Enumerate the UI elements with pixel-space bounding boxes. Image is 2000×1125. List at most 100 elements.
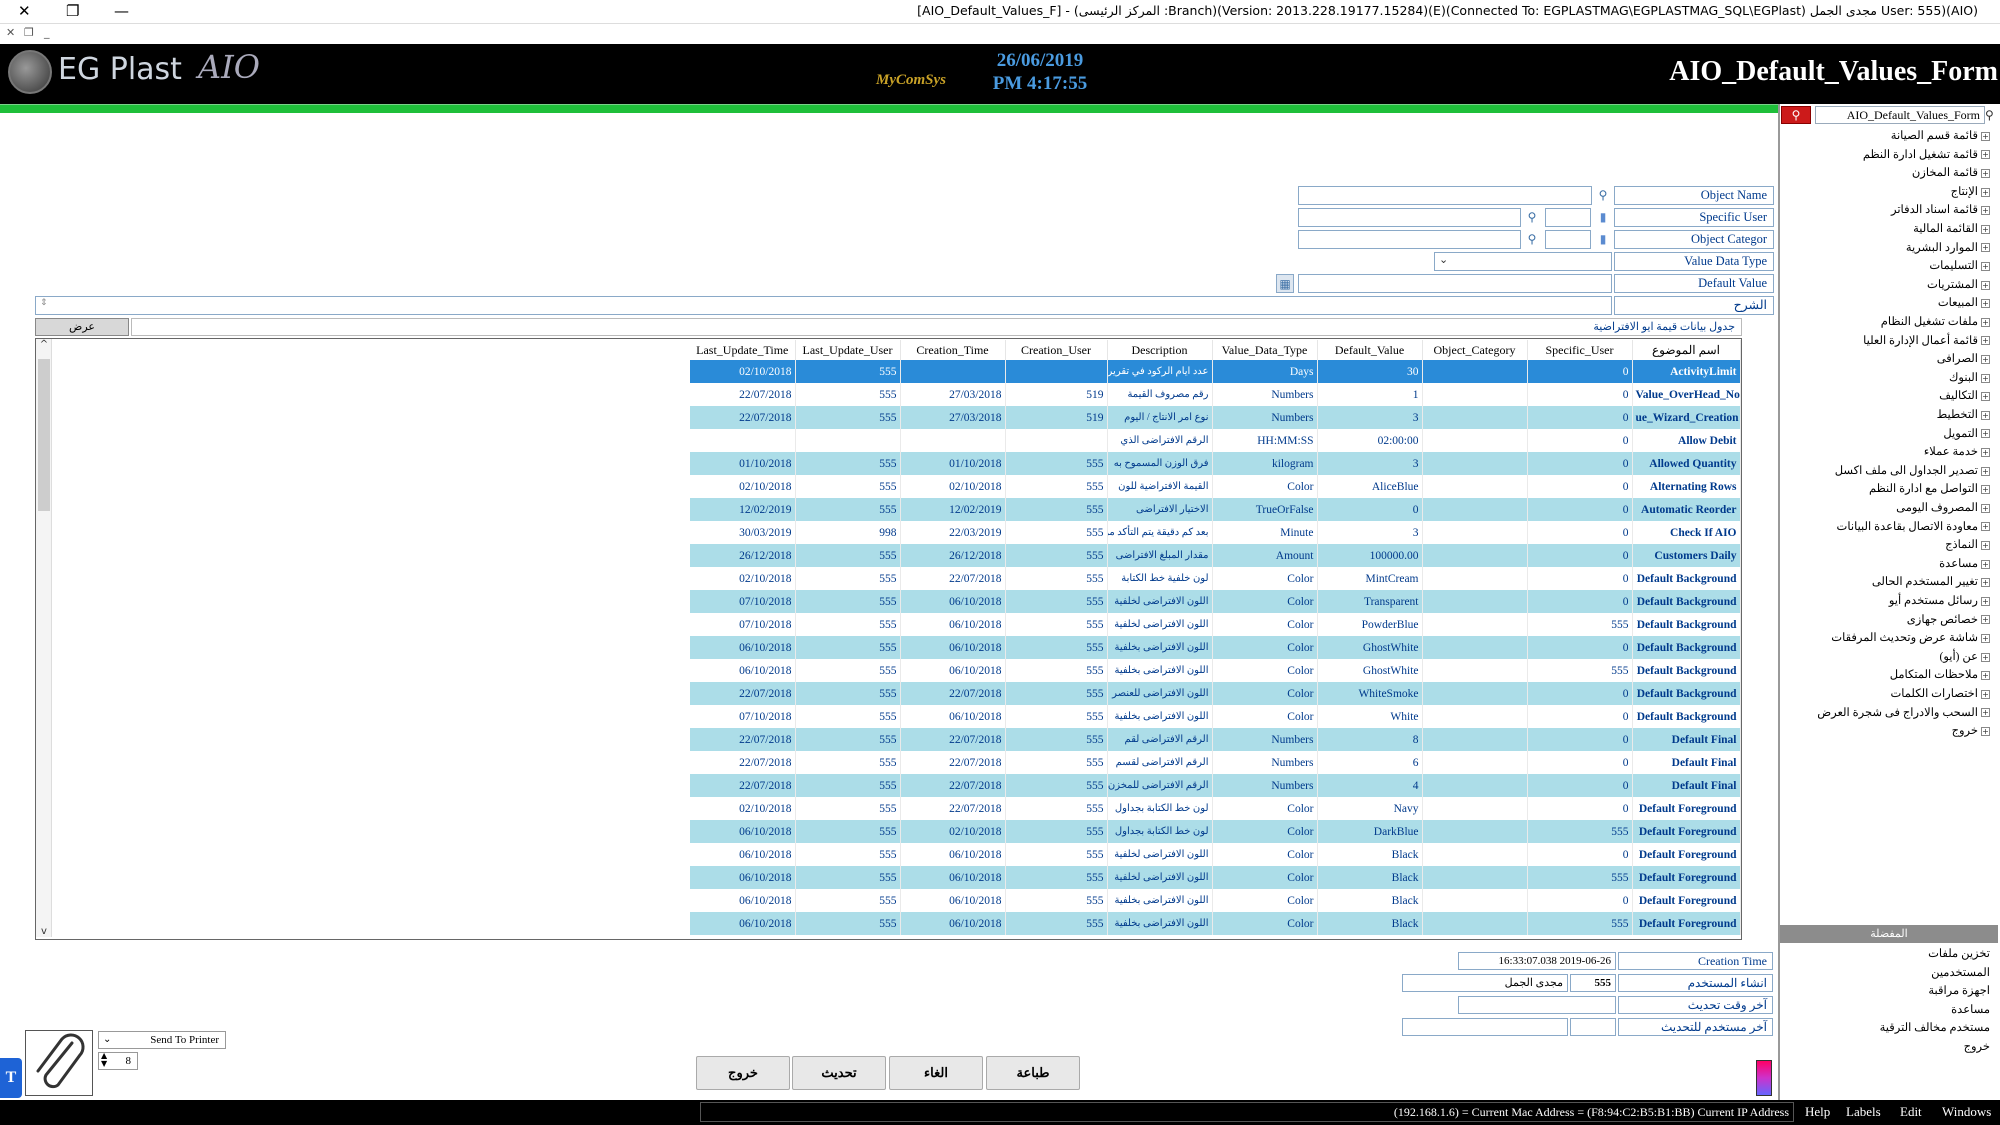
menu-search-input[interactable]: AIO_Default_Values_Form: [1815, 106, 1985, 124]
specific-user-id-input[interactable]: [1545, 208, 1591, 227]
menu-tree-item[interactable]: +التسليمات: [1929, 258, 1990, 276]
user-list-icon[interactable]: ▮: [1594, 208, 1612, 227]
table-row[interactable]: 06/10/2018 555 06/10/2018 555 اللون الافتراض…: [690, 659, 1741, 682]
menu-tree-item[interactable]: +الصرافى: [1937, 351, 1990, 369]
column-header[interactable]: اسم الموضوع: [1632, 340, 1741, 360]
menu-tree-item[interactable]: +تغيير المستخدم الحالى: [1872, 574, 1990, 592]
favorite-item[interactable]: المستخدمين: [1931, 965, 1990, 983]
expand-icon[interactable]: +: [1981, 243, 1990, 253]
show-button[interactable]: عرض: [35, 318, 129, 336]
menu-tree-item[interactable]: +عن (أيو): [1940, 649, 1990, 667]
table-row[interactable]: 02/10/2018 555 22/07/2018 555 لون خط الكتابة…: [690, 797, 1741, 820]
menu-tree-item[interactable]: +شاشة عرض وتحديث المرفقات: [1831, 630, 1990, 648]
default-values-grid[interactable]: Last_Update_Time Last_Update_User Creation…: [690, 340, 1741, 935]
scroll-up-icon[interactable]: ^: [36, 339, 52, 350]
expand-icon[interactable]: +: [1981, 262, 1990, 272]
value-data-type-select[interactable]: ⌄: [1434, 252, 1612, 271]
favorite-item[interactable]: مساعدة: [1951, 1002, 1990, 1020]
menu-tree-item[interactable]: +قائمة اسناد الدفاتر: [1891, 202, 1990, 220]
mdi-restore-icon[interactable]: ❐: [24, 26, 34, 39]
menu-tree-item[interactable]: +رسائل مستخدم أيو: [1889, 593, 1990, 611]
expand-icon[interactable]: +: [1981, 299, 1990, 309]
minimize-icon[interactable]: —: [114, 2, 129, 20]
favorite-item[interactable]: مستخدم مخالف الترقية: [1880, 1020, 1990, 1038]
menu-help[interactable]: Help: [1805, 1104, 1830, 1120]
menu-tree-item[interactable]: +تصدير الجداول الى ملف اكسل: [1835, 463, 1990, 481]
expand-icon[interactable]: +: [1981, 559, 1990, 569]
category-list-icon[interactable]: ▮: [1594, 230, 1612, 249]
search-button[interactable]: ⚲: [1781, 106, 1811, 124]
table-row[interactable]: 02/10/2018 555 02/10/2018 555 القيمة الافترا…: [690, 475, 1741, 498]
table-row[interactable]: 22/07/2018 555 22/07/2018 555 اللون الافتراض…: [690, 682, 1741, 705]
menu-windows[interactable]: Windows: [1942, 1104, 1991, 1120]
menu-tree-item[interactable]: +التواصل مع ادارة النظم: [1869, 481, 1990, 499]
menu-tree-item[interactable]: +التمويل: [1943, 426, 1990, 444]
close-icon[interactable]: ✕: [18, 2, 31, 20]
column-header[interactable]: Object_Category: [1422, 340, 1528, 360]
expand-icon[interactable]: +: [1981, 355, 1990, 365]
stepper-arrows-icon[interactable]: ▲ ▼: [101, 1052, 107, 1068]
column-header[interactable]: Description: [1107, 340, 1213, 360]
expand-icon[interactable]: +: [1981, 169, 1990, 179]
favorite-item[interactable]: اجهزة مراقبة: [1928, 983, 1990, 1001]
menu-tree-item[interactable]: +النماذج: [1945, 537, 1990, 555]
expand-icon[interactable]: +: [1981, 429, 1990, 439]
table-row[interactable]: 06/10/2018 555 02/10/2018 555 لون خط الكتابة…: [690, 820, 1741, 843]
menu-tree-item[interactable]: +السحب والادراج فى شجرة العرض: [1817, 705, 1990, 723]
table-row[interactable]: 22/07/2018 555 27/03/2018 519 نوع امر الانتا…: [690, 406, 1741, 429]
expand-icon[interactable]: +: [1981, 578, 1990, 588]
table-row[interactable]: 22/07/2018 555 22/07/2018 555 الرقم الافتراض…: [690, 728, 1741, 751]
column-header[interactable]: Specific_User: [1527, 340, 1633, 360]
copies-stepper[interactable]: ▲ ▼ 8: [98, 1052, 138, 1070]
menu-tree-item[interactable]: +خدمة عملاء: [1924, 444, 1990, 462]
table-row[interactable]: 07/10/2018 555 06/10/2018 555 اللون الافتراض…: [690, 613, 1741, 636]
expand-icon[interactable]: +: [1981, 187, 1990, 197]
menu-tree-item[interactable]: +اختصارات الكلمات: [1890, 686, 1990, 704]
menu-tree-item[interactable]: +القائمة المالية: [1913, 221, 1990, 239]
expand-icon[interactable]: +: [1981, 131, 1990, 141]
expand-icon[interactable]: +: [1981, 466, 1990, 476]
mdi-minimize-icon[interactable]: _: [44, 26, 50, 39]
scroll-down-icon[interactable]: v: [36, 926, 52, 937]
favorite-item[interactable]: خروج: [1964, 1039, 1990, 1057]
expand-icon[interactable]: +: [1981, 727, 1990, 737]
table-row[interactable]: 02/10/2018 555 عدد ايام الركود في تقرير Day…: [690, 360, 1741, 383]
object-category-search-icon[interactable]: ⚲: [1523, 230, 1541, 249]
vertical-scrollbar[interactable]: ^ v: [36, 339, 52, 937]
refresh-button[interactable]: تحديث: [792, 1056, 886, 1090]
expand-icon[interactable]: +: [1981, 671, 1990, 681]
printer-option-select[interactable]: ⌄ Send To Printer: [98, 1031, 226, 1049]
table-row[interactable]: 06/10/2018 555 06/10/2018 555 اللون الافتراض…: [690, 636, 1741, 659]
cancel-button[interactable]: الغاء: [889, 1056, 983, 1090]
table-row[interactable]: 26/12/2018 555 26/12/2018 555 مقدار المبلغ ا…: [690, 544, 1741, 567]
table-row[interactable]: 01/10/2018 555 01/10/2018 555 فرق الوزن المس…: [690, 452, 1741, 475]
expand-icon[interactable]: +: [1981, 689, 1990, 699]
table-row[interactable]: 06/10/2018 555 06/10/2018 555 اللون الافتراض…: [690, 912, 1741, 935]
menu-tree-item[interactable]: +مساعدة: [1939, 556, 1990, 574]
object-category-id-input[interactable]: [1545, 230, 1591, 249]
menu-tree-item[interactable]: +التخطيط: [1937, 407, 1990, 425]
expand-icon[interactable]: +: [1981, 373, 1990, 383]
exit-button[interactable]: خروج: [696, 1056, 790, 1090]
menu-tree-item[interactable]: +ملفات تشغيل النظام: [1881, 314, 1990, 332]
table-row[interactable]: الرقم الافتراضى الذي HH:MM:SS 02:00:00 0 All…: [690, 429, 1741, 452]
explanation-input[interactable]: ⇕: [35, 296, 1612, 315]
default-value-input[interactable]: [1298, 274, 1612, 293]
table-row[interactable]: 06/10/2018 555 06/10/2018 555 اللون الافتراض…: [690, 866, 1741, 889]
column-header[interactable]: Last_Update_User: [795, 340, 901, 360]
menu-tree-item[interactable]: +قائمة المخازن: [1912, 165, 1990, 183]
expand-icon[interactable]: +: [1981, 392, 1990, 402]
expand-icon[interactable]: +: [1981, 503, 1990, 513]
table-row[interactable]: 22/07/2018 555 22/07/2018 555 الرقم الافتراض…: [690, 774, 1741, 797]
table-row[interactable]: 30/03/2019 998 22/03/2019 555 بعد كم دقيقة ي…: [690, 521, 1741, 544]
menu-edit[interactable]: Edit: [1900, 1104, 1922, 1120]
column-header[interactable]: Default_Value: [1317, 340, 1423, 360]
specific-user-name-input[interactable]: [1298, 208, 1521, 227]
expand-icon[interactable]: +: [1981, 652, 1990, 662]
expand-icon[interactable]: +: [1981, 615, 1990, 625]
expand-icon[interactable]: +: [1981, 336, 1990, 346]
table-row[interactable]: 02/10/2018 555 22/07/2018 555 لون خلفية خط ا…: [690, 567, 1741, 590]
table-row[interactable]: 07/10/2018 555 06/10/2018 555 اللون الافتراض…: [690, 590, 1741, 613]
table-row[interactable]: 07/10/2018 555 06/10/2018 555 اللون الافتراض…: [690, 705, 1741, 728]
menu-labels[interactable]: Labels: [1846, 1104, 1881, 1120]
